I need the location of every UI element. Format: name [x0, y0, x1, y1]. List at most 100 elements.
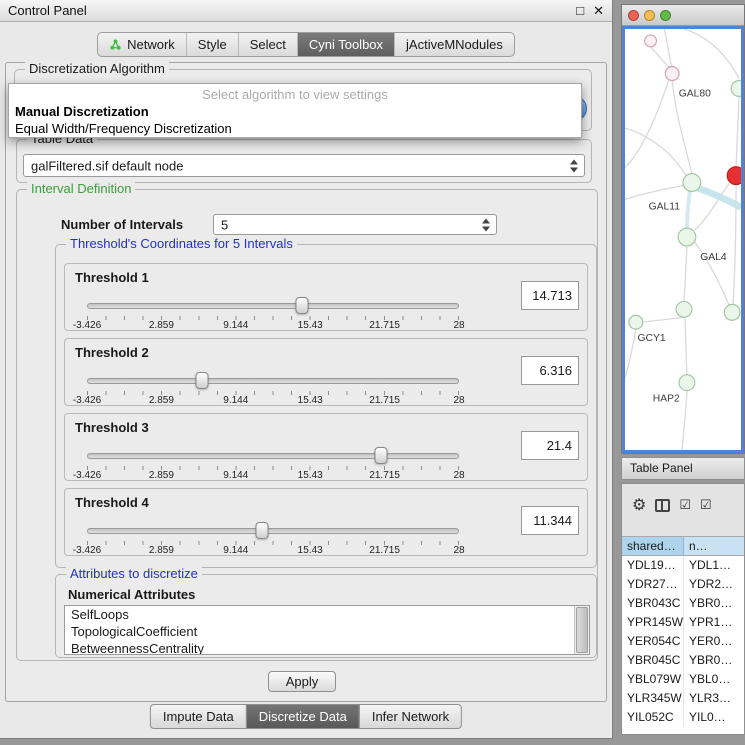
network-node[interactable]: [683, 174, 701, 192]
tab-impute-data[interactable]: Impute Data: [150, 704, 247, 729]
tick-label: 28: [453, 545, 464, 556]
threshold-value-field[interactable]: 14.713: [521, 281, 579, 310]
column-header-shared-name[interactable]: shared…: [622, 537, 684, 555]
slider-tick-labels: -3.426 2.859 9.144 15.43 21.715 28: [87, 395, 459, 407]
tab-jactivemnodules[interactable]: jActiveMNodules: [394, 33, 514, 56]
combo-value: 5: [221, 217, 228, 232]
slider-thumb[interactable]: [196, 372, 209, 389]
group-title: Attributes to discretize: [66, 566, 202, 582]
dropdown-placeholder: Select algorithm to view settings: [9, 86, 581, 103]
tab-infer-network[interactable]: Infer Network: [359, 704, 462, 729]
table-row[interactable]: YBR043CYBR0…: [622, 594, 744, 613]
num-intervals-label: Number of Intervals: [61, 217, 183, 232]
table-row[interactable]: YBR045CYBR0…: [622, 651, 744, 670]
minimize-button[interactable]: [644, 10, 655, 21]
numerical-attributes-list[interactable]: SelfLoops TopologicalCoefficient Between…: [64, 605, 590, 655]
table-row[interactable]: YER054CYER0…: [622, 632, 744, 651]
threshold-slider[interactable]: -3.426 2.859 9.144 15.43 21.715 28: [87, 446, 459, 480]
list-item[interactable]: BetweennessCentrality: [65, 640, 589, 655]
table-row[interactable]: YIL052CYIL0…: [622, 708, 744, 727]
network-node[interactable]: [724, 304, 740, 320]
gear-icon[interactable]: ⚙: [632, 495, 646, 515]
close-icon[interactable]: ✕: [593, 3, 604, 19]
columns-icon[interactable]: [655, 499, 670, 512]
network-node-selected[interactable]: [727, 167, 741, 185]
table-row[interactable]: YPR145WYPR1…: [622, 613, 744, 632]
group-title: Threshold's Coordinates for 5 Intervals: [66, 236, 297, 252]
table-row[interactable]: YBL079WYBL0…: [622, 670, 744, 689]
scrollbar-thumb[interactable]: [576, 607, 588, 653]
network-edge: [664, 29, 672, 67]
tick-label: 28: [453, 470, 464, 481]
cell: YBR043C: [622, 594, 684, 613]
table-toolbar: ⚙ ☑ ☑: [622, 492, 744, 518]
table-panel-window: ⚙ ☑ ☑ shared… n… YDL19…YDL1… YDR27…YDR2……: [621, 483, 745, 735]
tick-label: 2.859: [149, 470, 174, 481]
threshold-slider[interactable]: -3.426 2.859 9.144 15.43 21.715 28: [87, 371, 459, 405]
tick-label: -3.426: [73, 545, 101, 556]
node-label: GAL4: [700, 252, 727, 263]
slider-thumb[interactable]: [255, 522, 268, 539]
cell: YDR27…: [622, 575, 684, 594]
threshold-2-box: Threshold 2 6.316 -3.426 2.859 9.144 15.…: [64, 338, 588, 406]
network-edge: [625, 186, 683, 200]
table-row[interactable]: YDR27…YDR2…: [622, 575, 744, 594]
threshold-value-field[interactable]: 11.344: [521, 506, 579, 535]
tick-label: 9.144: [223, 395, 248, 406]
network-edge-highlighted[interactable]: [687, 191, 690, 228]
tab-style[interactable]: Style: [186, 33, 238, 56]
tick-label: 15.43: [298, 545, 323, 556]
tick-label: 21.715: [369, 320, 400, 331]
attributes-to-discretize-group: Attributes to discretize Numerical Attri…: [55, 574, 597, 658]
checkbox-icon[interactable]: ☑: [700, 497, 712, 513]
table-header-row: shared… n…: [622, 536, 744, 556]
threshold-value-field[interactable]: 21.4: [521, 431, 579, 460]
threshold-label: Threshold 4: [75, 495, 149, 510]
list-item[interactable]: SelfLoops: [65, 606, 589, 623]
network-node[interactable]: [665, 67, 679, 81]
network-canvas[interactable]: GAL80 GAL11 GAL4 GCY1 HAP2: [622, 26, 744, 453]
slider-track: [87, 453, 459, 459]
tick-label: 9.144: [223, 320, 248, 331]
node-label: GAL80: [679, 88, 711, 99]
zoom-button[interactable]: [660, 10, 671, 21]
dropdown-item-manual-discretization[interactable]: Manual Discretization: [9, 103, 581, 120]
network-node[interactable]: [679, 375, 695, 391]
tab-select[interactable]: Select: [238, 33, 297, 56]
tab-discretize-data[interactable]: Discretize Data: [246, 704, 360, 729]
apply-button[interactable]: Apply: [268, 671, 336, 692]
table-data-combobox[interactable]: galFiltered.sif default node: [23, 154, 585, 177]
threshold-slider[interactable]: -3.426 2.859 9.144 15.43 21.715 28: [87, 296, 459, 330]
tick-label: -3.426: [73, 395, 101, 406]
num-intervals-combobox[interactable]: 5: [213, 214, 497, 235]
column-header-name[interactable]: n…: [684, 537, 744, 555]
network-node[interactable]: [676, 301, 692, 317]
network-edge-highlighted[interactable]: [696, 187, 741, 207]
dropdown-item-equal-width-frequency[interactable]: Equal Width/Frequency Discretization: [9, 120, 581, 137]
threshold-value-field[interactable]: 6.316: [521, 356, 579, 385]
list-scrollbar[interactable]: [574, 606, 589, 654]
slider-thumb[interactable]: [374, 447, 387, 464]
network-node[interactable]: [678, 228, 696, 246]
restore-icon[interactable]: □: [576, 3, 584, 18]
cell: YPR145W: [622, 613, 684, 632]
slider-track: [87, 528, 459, 534]
close-button[interactable]: [628, 10, 639, 21]
network-edge: [625, 79, 669, 168]
cell: YPR1…: [684, 613, 744, 632]
table-row[interactable]: YDL19…YDL1…: [622, 556, 744, 575]
network-node[interactable]: [731, 81, 741, 97]
group-title: Interval Definition: [27, 181, 135, 197]
checkbox-icon[interactable]: ☑: [679, 497, 691, 513]
table-row[interactable]: YLR345WYLR3…: [622, 689, 744, 708]
tab-cyni-toolbox[interactable]: Cyni Toolbox: [297, 33, 394, 56]
tab-label: Style: [198, 37, 227, 52]
network-node[interactable]: [629, 315, 643, 329]
tab-label: Cyni Toolbox: [309, 37, 383, 52]
list-item[interactable]: TopologicalCoefficient: [65, 623, 589, 640]
tab-network[interactable]: Network: [98, 33, 186, 56]
slider-thumb[interactable]: [295, 297, 308, 314]
node-label: GCY1: [637, 333, 665, 344]
network-node[interactable]: [645, 35, 657, 47]
threshold-slider[interactable]: -3.426 2.859 9.144 15.43 21.715 28: [87, 521, 459, 555]
